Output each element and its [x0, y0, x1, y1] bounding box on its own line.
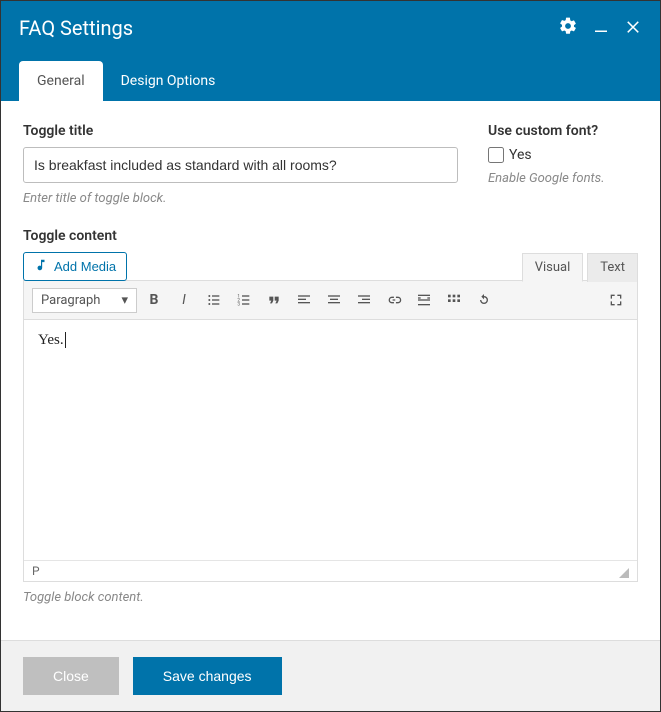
toggle-content-hint: Toggle block content. [23, 590, 638, 605]
rich-text-editor: Paragraph ▾ B I 123 [23, 280, 638, 582]
editor-toolbar: Paragraph ▾ B I 123 [24, 281, 637, 320]
custom-font-label: Use custom font? [488, 123, 638, 139]
italic-button[interactable]: I [171, 287, 197, 313]
modal-header: FAQ Settings [1, 1, 660, 55]
custom-font-hint: Enable Google fonts. [488, 171, 638, 186]
add-media-button[interactable]: Add Media [23, 252, 127, 281]
fullscreen-button[interactable] [603, 287, 629, 313]
format-dropdown[interactable]: Paragraph ▾ [32, 288, 137, 313]
music-note-icon [34, 258, 48, 275]
modal-body: Toggle title Enter title of toggle block… [1, 101, 660, 640]
read-more-button[interactable] [411, 287, 437, 313]
svg-text:3: 3 [237, 301, 240, 307]
modal-title: FAQ Settings [19, 16, 558, 40]
resize-grip-icon[interactable] [619, 568, 629, 578]
tab-design-options[interactable]: Design Options [103, 61, 234, 101]
close-button[interactable]: Close [23, 657, 119, 695]
tab-general[interactable]: General [19, 61, 103, 101]
custom-font-checkbox[interactable] [488, 147, 504, 163]
refresh-button[interactable] [471, 287, 497, 313]
editor-tab-text[interactable]: Text [587, 253, 638, 282]
toggle-title-input[interactable] [23, 147, 458, 183]
editor-path: P [32, 564, 40, 578]
link-button[interactable] [381, 287, 407, 313]
blockquote-button[interactable] [261, 287, 287, 313]
toggle-title-label: Toggle title [23, 123, 458, 139]
editor-text: Yes. [38, 332, 66, 348]
custom-font-checkbox-label: Yes [509, 147, 532, 163]
editor-tab-visual[interactable]: Visual [522, 253, 584, 282]
align-right-button[interactable] [351, 287, 377, 313]
editor-status-bar: P [24, 560, 637, 581]
toggle-content-label: Toggle content [23, 228, 638, 244]
add-media-label: Add Media [54, 259, 116, 274]
editor-content-area[interactable]: Yes. [24, 320, 637, 560]
align-center-button[interactable] [321, 287, 347, 313]
format-dropdown-label: Paragraph [41, 293, 100, 308]
align-left-button[interactable] [291, 287, 317, 313]
tabs-bar: General Design Options [1, 55, 660, 101]
toggle-title-hint: Enter title of toggle block. [23, 191, 458, 206]
minimize-icon[interactable] [592, 17, 610, 39]
chevron-down-icon: ▾ [121, 293, 128, 308]
settings-icon[interactable] [558, 16, 578, 40]
modal-footer: Close Save changes [1, 640, 660, 711]
numbered-list-button[interactable]: 123 [231, 287, 257, 313]
save-button[interactable]: Save changes [133, 657, 282, 695]
close-icon[interactable] [624, 17, 642, 39]
toolbar-toggle-button[interactable] [441, 287, 467, 313]
bullet-list-button[interactable] [201, 287, 227, 313]
bold-button[interactable]: B [141, 287, 167, 313]
